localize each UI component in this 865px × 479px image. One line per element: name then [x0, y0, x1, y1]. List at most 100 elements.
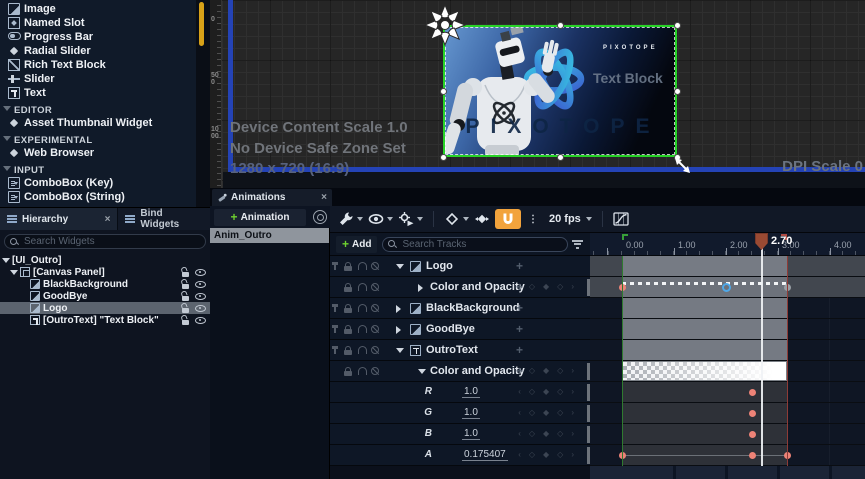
mute-icon[interactable]: [371, 325, 379, 333]
palette-item-rich-text-block[interactable]: Rich Text Block: [0, 58, 196, 72]
lock-icon[interactable]: [344, 325, 352, 334]
palette-item-combobox-string[interactable]: ComboBox (String): [0, 190, 196, 204]
hierarchy-row-logo[interactable]: Logo: [0, 302, 210, 314]
timeline-row-r[interactable]: [590, 382, 865, 403]
timeline-row-blackbackground[interactable]: [590, 298, 865, 319]
snapping-button[interactable]: [495, 209, 521, 229]
channel-row-b[interactable]: B 1.0: [330, 424, 590, 445]
mute-icon[interactable]: [371, 304, 379, 312]
track-row-logo-color-opacity[interactable]: Color and Opacity: [330, 277, 590, 298]
palette-category-editor[interactable]: EDITOR: [0, 100, 196, 116]
close-icon[interactable]: ×: [105, 214, 111, 225]
palette-item-combobox-key[interactable]: ComboBox (Key): [0, 176, 196, 190]
lock-icon[interactable]: [344, 367, 352, 376]
palette-item-slider[interactable]: Slider: [0, 72, 196, 86]
tab-animations[interactable]: Animations ×: [212, 189, 332, 206]
palette-item-radial-slider[interactable]: Radial Slider: [0, 44, 196, 58]
solo-icon[interactable]: [358, 262, 367, 270]
track-row-outrotext-color-opacity[interactable]: Color and Opacity: [330, 361, 590, 382]
pin-icon[interactable]: [334, 346, 336, 354]
timeline-row-goodbye[interactable]: [590, 319, 865, 340]
sequencer-settings-button[interactable]: [338, 211, 363, 227]
keyframe-nav[interactable]: [518, 408, 576, 417]
playback-end-line[interactable]: [787, 241, 788, 466]
palette-category-input[interactable]: INPUT: [0, 160, 196, 176]
visibility-eye-icon[interactable]: [195, 303, 206, 313]
add-animation-button[interactable]: + Animation: [214, 209, 306, 226]
handle-mid-right[interactable]: [674, 88, 681, 95]
time-ruler[interactable]: 0.00 1.00 2.00 3.00 4.00: [590, 233, 865, 256]
timeline-row-logo-color-opacity[interactable]: [590, 277, 865, 298]
channel-row-g[interactable]: G 1.0: [330, 403, 590, 424]
mute-icon[interactable]: [371, 283, 379, 291]
lock-icon[interactable]: [344, 346, 352, 355]
lock-icon[interactable]: [181, 267, 189, 277]
track-row-blackbackground[interactable]: BlackBackground: [330, 298, 590, 319]
track-row-logo[interactable]: Logo: [330, 256, 590, 277]
handle-bottom-left[interactable]: [440, 154, 447, 161]
keyframe-nav[interactable]: [518, 366, 576, 375]
keyframe-nav[interactable]: [518, 429, 576, 438]
handle-bottom-mid[interactable]: [557, 154, 564, 161]
timeline-row-g[interactable]: [590, 403, 865, 424]
palette-item-progress-bar[interactable]: Progress Bar: [0, 30, 196, 44]
mute-icon[interactable]: [371, 262, 379, 270]
track-row-outrotext[interactable]: OutroText: [330, 340, 590, 361]
hierarchy-row-blackbackground[interactable]: BlackBackground: [0, 278, 210, 290]
logo-image-widget[interactable]: PIXOTOPE Text Block PIXOTOPE: [443, 25, 677, 157]
visibility-eye-icon[interactable]: [195, 315, 206, 325]
lock-icon[interactable]: [344, 262, 352, 271]
frame-rate-dropdown[interactable]: 20 fps: [549, 213, 592, 225]
lock-icon[interactable]: [181, 303, 189, 313]
add-section-icon[interactable]: [516, 322, 523, 336]
expander-icon[interactable]: [418, 284, 423, 292]
add-section-icon[interactable]: [516, 259, 523, 273]
palette-item-text[interactable]: Text: [0, 86, 196, 100]
solo-icon[interactable]: [358, 346, 367, 354]
palette-scrollbar-track[interactable]: [196, 0, 210, 207]
mute-icon[interactable]: [371, 367, 379, 375]
keyframe-dot[interactable]: [749, 410, 756, 417]
expander-icon[interactable]: [396, 305, 401, 313]
palette-item-named-slot[interactable]: Named Slot: [0, 16, 196, 30]
search-widgets-input[interactable]: [22, 235, 200, 248]
search-widgets-box[interactable]: [4, 234, 206, 249]
keyframe-dot[interactable]: [749, 452, 756, 459]
keyframe-nav[interactable]: [518, 282, 576, 291]
hierarchy-row-ui-outro[interactable]: [UI_Outro]: [0, 254, 210, 266]
keyframe-dot[interactable]: [749, 431, 756, 438]
visibility-eye-icon[interactable]: [195, 279, 206, 289]
channel-value[interactable]: 0.175407: [462, 449, 508, 461]
snapping-options-icon[interactable]: ⋮: [528, 214, 538, 225]
lock-icon[interactable]: [181, 291, 189, 301]
solo-icon[interactable]: [358, 367, 367, 375]
expander-icon[interactable]: [396, 326, 401, 334]
expander-icon[interactable]: [2, 258, 10, 263]
timeline-row-a[interactable]: [590, 445, 865, 466]
keyframe-nav[interactable]: [518, 387, 576, 396]
search-tracks-box[interactable]: [382, 237, 568, 252]
lock-icon[interactable]: [344, 304, 352, 313]
handle-mid-left[interactable]: [440, 88, 447, 95]
keyframe-nav[interactable]: [518, 450, 576, 459]
add-section-icon[interactable]: [516, 301, 523, 315]
tab-bind-widgets[interactable]: Bind Widgets: [118, 208, 210, 230]
mute-icon[interactable]: [371, 346, 379, 354]
animation-list-item[interactable]: Anim_Outro: [210, 228, 329, 243]
keyframe-options-button[interactable]: [444, 211, 469, 227]
visibility-eye-icon[interactable]: [195, 291, 206, 301]
handle-top-right[interactable]: [674, 22, 681, 29]
timeline-area[interactable]: 0.00 1.00 2.00 3.00 4.00 2.70: [590, 233, 865, 479]
visibility-eye-icon[interactable]: [195, 267, 206, 277]
solo-icon[interactable]: [358, 325, 367, 333]
palette-category-experimental[interactable]: EXPERIMENTAL: [0, 130, 196, 146]
channel-value[interactable]: 1.0: [462, 407, 480, 419]
timeline-row-b[interactable]: [590, 424, 865, 445]
expander-icon[interactable]: [396, 264, 404, 269]
hierarchy-row-goodbye[interactable]: GoodBye: [0, 290, 210, 302]
auto-key-button[interactable]: [474, 211, 490, 227]
lock-icon[interactable]: [181, 315, 189, 325]
hierarchy-row-outrotext[interactable]: [OutroText] "Text Block": [0, 314, 210, 326]
solo-icon[interactable]: [358, 304, 367, 312]
designer-viewport[interactable]: 0 500 1000 Device Content Scale 1.0 No D…: [210, 0, 865, 188]
